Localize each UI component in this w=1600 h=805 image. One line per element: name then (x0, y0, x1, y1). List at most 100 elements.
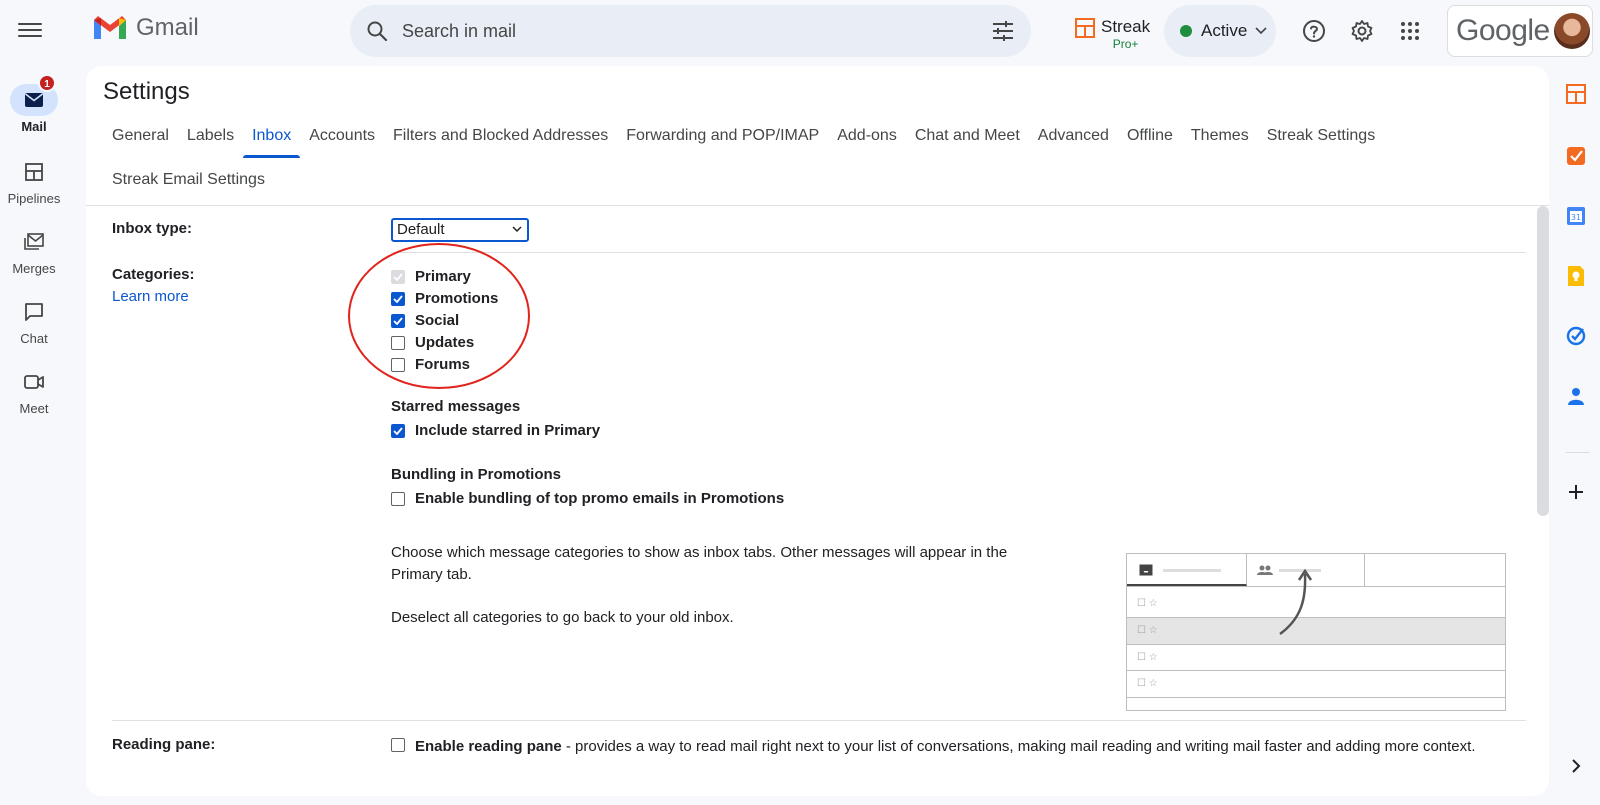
inbox-type-label: Inbox type: (112, 220, 193, 237)
starred-option-label: Include starred in Primary (415, 422, 601, 439)
annotation-circle (348, 243, 530, 389)
divider (391, 252, 1526, 253)
tab-forwarding[interactable]: Forwarding and POP/IMAP (617, 114, 828, 158)
rail-item-mail[interactable]: 1 Mail (0, 74, 68, 134)
categories-description: Choose which message categories to show … (391, 544, 1008, 583)
apps-grid-icon (1401, 22, 1419, 40)
reading-pane-description: Enable reading pane - provides a way to … (391, 736, 1491, 758)
avatar[interactable] (1553, 13, 1590, 49)
reading-pane-desc: - provides a way to read mail right next… (561, 738, 1476, 755)
apps-button[interactable] (1396, 17, 1424, 45)
settings-tabs: General Labels Inbox Accounts Filters an… (103, 114, 1523, 202)
divider (112, 720, 1526, 721)
dropdown-chevron-icon (512, 226, 522, 233)
tab-streak-email-settings[interactable]: Streak Email Settings (103, 158, 274, 202)
tab-labels[interactable]: Labels (178, 114, 243, 158)
rail-label-mail: Mail (21, 119, 47, 134)
streak-logo-icon (1075, 18, 1095, 38)
plus-icon (1569, 485, 1583, 499)
inbox-tabs-illustration: ☐ ☆ ☐ ☆ ☐ ☆ ☐ ☆ (1126, 553, 1506, 711)
calendar-panel-button[interactable]: 31 (1552, 200, 1600, 232)
pipelines-icon (10, 156, 58, 188)
rail-item-merges[interactable]: Merges (0, 226, 68, 276)
chevron-down-icon (1255, 27, 1267, 35)
starred-heading: Starred messages (391, 398, 521, 415)
tab-accounts[interactable]: Accounts (300, 114, 384, 158)
account-button[interactable]: Google (1447, 5, 1593, 57)
merges-icon (10, 226, 58, 258)
tab-offline[interactable]: Offline (1118, 114, 1182, 158)
tab-filters[interactable]: Filters and Blocked Addresses (384, 114, 617, 158)
tab-themes[interactable]: Themes (1182, 114, 1258, 158)
categories-label: Categories: (112, 266, 195, 283)
settings-gear-icon (1351, 20, 1373, 42)
filter-options-icon[interactable] (991, 20, 1015, 42)
tab-streak-settings[interactable]: Streak Settings (1258, 114, 1385, 158)
checkbox-bundling[interactable] (391, 491, 405, 506)
rail-label-pipelines: Pipelines (7, 191, 61, 206)
bundling-option-label: Enable bundling of top promo emails in P… (415, 490, 785, 507)
tab-chat-and-meet[interactable]: Chat and Meet (906, 114, 1029, 158)
tasks-panel-button[interactable] (1552, 140, 1600, 172)
help-button[interactable] (1300, 17, 1328, 45)
keep-panel-button[interactable] (1552, 260, 1600, 292)
search-icon[interactable] (366, 20, 388, 42)
search-bar[interactable]: Search in mail (350, 5, 1031, 57)
tab-inbox[interactable]: Inbox (243, 114, 301, 158)
get-add-ons-button[interactable] (1552, 476, 1600, 508)
streak-panel-button[interactable] (1552, 78, 1600, 110)
active-status-dot (1180, 25, 1192, 37)
rail-item-pipelines[interactable]: Pipelines (0, 156, 68, 206)
chat-icon (10, 296, 58, 328)
rail-item-meet[interactable]: Meet (0, 366, 68, 416)
reading-pane-option-label: Enable reading pane (415, 738, 562, 755)
starred-option[interactable]: Include starred in Primary (391, 422, 600, 439)
page-title: Settings (103, 78, 190, 105)
google-wordmark: Google (1456, 14, 1550, 47)
contacts-person-icon (1568, 388, 1584, 405)
tab-advanced[interactable]: Advanced (1029, 114, 1118, 158)
inbox-type-select[interactable]: Default (391, 218, 529, 242)
bundling-option[interactable]: Enable bundling of top promo emails in P… (391, 490, 784, 507)
chevron-right-icon (1572, 759, 1581, 773)
streak-name: Streak (1101, 17, 1151, 36)
inbox-tray-icon (1139, 564, 1153, 576)
rail-label-meet: Meet (19, 401, 49, 416)
illustration-row: ☐ ☆ (1137, 652, 1158, 663)
settings-scrollbar[interactable] (1537, 206, 1549, 516)
mail-icon: 1 (10, 74, 58, 116)
expand-side-panel-button[interactable] (1552, 750, 1600, 782)
keep-bulb-icon (1568, 266, 1584, 286)
app-name: Gmail (136, 14, 199, 41)
bundling-heading: Bundling in Promotions (391, 466, 561, 483)
inbox-type-value: Default (397, 221, 445, 238)
contacts-panel-button[interactable] (1552, 380, 1600, 412)
unread-count-badge: 1 (38, 74, 56, 92)
rail-item-chat[interactable]: Chat (0, 296, 68, 346)
help-icon (1303, 20, 1325, 42)
rail-label-merges: Merges (12, 261, 56, 276)
gmail-logo[interactable]: Gmail (92, 14, 199, 42)
rail-label-chat: Chat (20, 331, 48, 346)
streak-plan-badge: Pro+ (1112, 37, 1139, 51)
search-input[interactable]: Search in mail (402, 21, 991, 42)
settings-button[interactable] (1348, 17, 1376, 45)
status-dropdown[interactable]: Active (1164, 5, 1276, 57)
streak-button[interactable]: Streak Pro+ (1075, 16, 1150, 50)
side-panel: 31 (1552, 66, 1600, 805)
illustration-tab-primary (1127, 554, 1247, 586)
deselect-description: Deselect all categories to go back to yo… (391, 609, 734, 626)
people-icon (1257, 565, 1273, 575)
checkbox-include-starred[interactable] (391, 423, 405, 438)
tab-add-ons[interactable]: Add-ons (828, 114, 906, 158)
curved-arrow-icon (1279, 568, 1313, 636)
tab-general[interactable]: General (103, 114, 178, 158)
google-tasks-panel-button[interactable] (1552, 320, 1600, 352)
illustration-row: ☐ ☆ (1137, 678, 1158, 689)
main-menu-button[interactable] (18, 20, 42, 40)
navigation-rail: 1 Mail Pipelines Merges Chat Meet (0, 0, 68, 805)
learn-more-link[interactable]: Learn more (112, 288, 189, 305)
svg-text:31: 31 (1571, 213, 1581, 222)
menu-icon (18, 23, 42, 25)
calendar-icon: 31 (1567, 207, 1585, 225)
